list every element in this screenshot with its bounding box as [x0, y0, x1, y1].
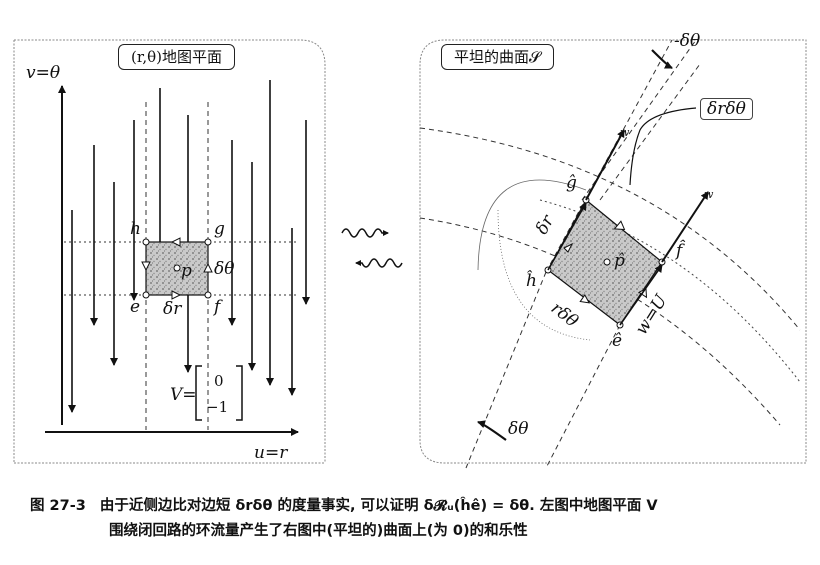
point-f-hat-label: f̂ — [676, 241, 683, 261]
figure-number: 图 27-3 — [30, 498, 86, 514]
diagram-canvas — [13, 39, 807, 469]
neg-delta-theta-label: -δθ — [674, 31, 701, 51]
matrix-bottom: −1 — [206, 398, 229, 416]
delta-r-label-left: δr — [163, 299, 182, 319]
caption-text-1: 由于近侧边比对边短 δrδθ 的度量事实, 可以证明 δ𝓡ᵤ(ĥê) = δθ.… — [99, 498, 658, 514]
vector-v-label: V= — [170, 385, 197, 405]
point-p-label: p — [181, 261, 192, 281]
point-g-hat-label: ĝ — [566, 173, 577, 193]
delta-theta-label-left: δθ — [214, 259, 235, 279]
w-label-mid: w — [704, 188, 714, 201]
point-p-hat-label: p̂ — [614, 251, 625, 271]
figure-27-3: (r,θ)地图平面 v=θ u=r h g e f p δr δθ V= 0 −… — [0, 0, 820, 539]
caption-line-1: 图 27-3 由于近侧边比对边短 δrδθ 的度量事实, 可以证明 δ𝓡ᵤ(ĥê)… — [30, 494, 815, 519]
right-panel-title: 平坦的曲面𝓢 — [441, 44, 554, 70]
w-label-top: w — [620, 126, 630, 139]
point-f-label: f — [214, 297, 221, 317]
point-e-label: e — [130, 297, 141, 317]
delta-r-delta-theta-callout: δrδθ — [700, 98, 753, 120]
u-axis-label: u=r — [254, 443, 288, 463]
delta-theta-bottom-label: δθ — [508, 419, 529, 439]
correspondence-arrows — [341, 228, 403, 268]
caption-line-2: 围绕闭回路的环流量产生了右图中(平坦的)曲面上(为 0)的和乐性 — [109, 523, 528, 539]
point-h-label: h — [130, 219, 141, 239]
v-axis-label: v=θ — [26, 63, 61, 83]
figure-caption: 图 27-3 由于近侧边比对边短 δrδθ 的度量事实, 可以证明 δ𝓡ᵤ(ĥê)… — [30, 494, 815, 544]
point-e-hat-label: ê — [612, 331, 623, 351]
left-panel-title: (r,θ)地图平面 — [118, 44, 236, 70]
point-h-hat-label: ĥ — [526, 271, 537, 291]
point-g-label: g — [214, 219, 225, 239]
matrix-top: 0 — [214, 372, 224, 390]
